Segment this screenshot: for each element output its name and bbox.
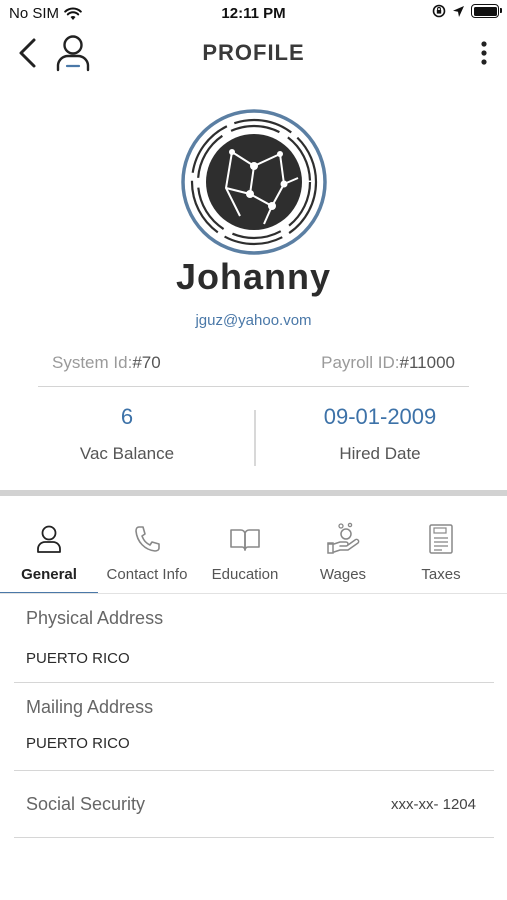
phone-icon (135, 526, 160, 552)
profile-avatar[interactable] (180, 108, 328, 256)
mailing-address-value: PUERTO RICO (26, 735, 130, 752)
hired-date-stat: 09-01-2009 Hired Date (280, 404, 480, 464)
payroll-id: Payroll ID:#11000 (321, 353, 455, 373)
tab-contact-info-label: Contact Info (106, 566, 188, 583)
mailing-address-label: Mailing Address (26, 697, 154, 717)
tax-form-icon (429, 524, 453, 554)
book-icon (230, 529, 260, 551)
hired-date-label: Hired Date (339, 444, 421, 463)
page-title: PROFILE (202, 40, 305, 65)
tab-wages-label: Wages (319, 566, 367, 583)
social-security-row: Social Security xxx-xx- 1204 (14, 771, 494, 838)
user-email[interactable]: jguz@yahoo.vom (0, 312, 507, 329)
location-arrow-icon (453, 5, 464, 17)
vac-balance-label: Vac Balance (79, 444, 175, 463)
tab-education[interactable]: Education (196, 514, 294, 594)
stats-divider (254, 410, 256, 466)
hand-coins-icon (327, 522, 360, 554)
tabs-border (0, 593, 507, 594)
hired-date-value: 09-01-2009 (323, 404, 437, 429)
system-id-label: System Id: (52, 353, 133, 372)
ids-row: System Id:#70 Payroll ID:#11000 (38, 353, 469, 387)
social-security-value: xxx-xx- 1204 (390, 796, 476, 813)
battery-icon (471, 4, 502, 18)
vac-balance-stat: 6 Vac Balance (27, 404, 227, 464)
system-id-value: #70 (132, 353, 161, 372)
tab-wages[interactable]: Wages (294, 514, 392, 594)
user-name: Johanny (175, 256, 332, 297)
status-bar: No SIM 12:11 PM (0, 0, 507, 30)
status-time: 12:11 PM (221, 5, 286, 22)
orientation-lock-icon (432, 4, 446, 18)
tab-general[interactable]: General (0, 514, 98, 594)
vac-balance-value: 6 (120, 404, 134, 429)
more-options-icon[interactable] (479, 40, 489, 66)
section-separator (0, 490, 507, 496)
payroll-id-label: Payroll ID: (321, 353, 400, 372)
profile-tabs: General Contact Info Education Wages Tax… (0, 514, 507, 594)
nav-bar: PROFILE (0, 30, 507, 76)
physical-address-label: Physical Address (26, 608, 164, 628)
payroll-id-value: #11000 (399, 353, 455, 372)
tab-education-label: Education (211, 566, 279, 583)
tab-taxes-label: Taxes (421, 566, 461, 583)
person-icon (37, 525, 61, 553)
tab-taxes[interactable]: Taxes (392, 514, 490, 594)
physical-address-row: Physical Address PUERTO RICO (14, 596, 494, 683)
status-right (432, 4, 502, 18)
tab-contact-info[interactable]: Contact Info (98, 514, 196, 594)
mailing-address-row: Mailing Address PUERTO RICO (14, 683, 494, 771)
tab-general-label: General (21, 566, 77, 583)
physical-address-value: PUERTO RICO (26, 650, 130, 667)
system-id: System Id:#70 (52, 353, 161, 373)
social-security-label: Social Security (26, 794, 146, 814)
